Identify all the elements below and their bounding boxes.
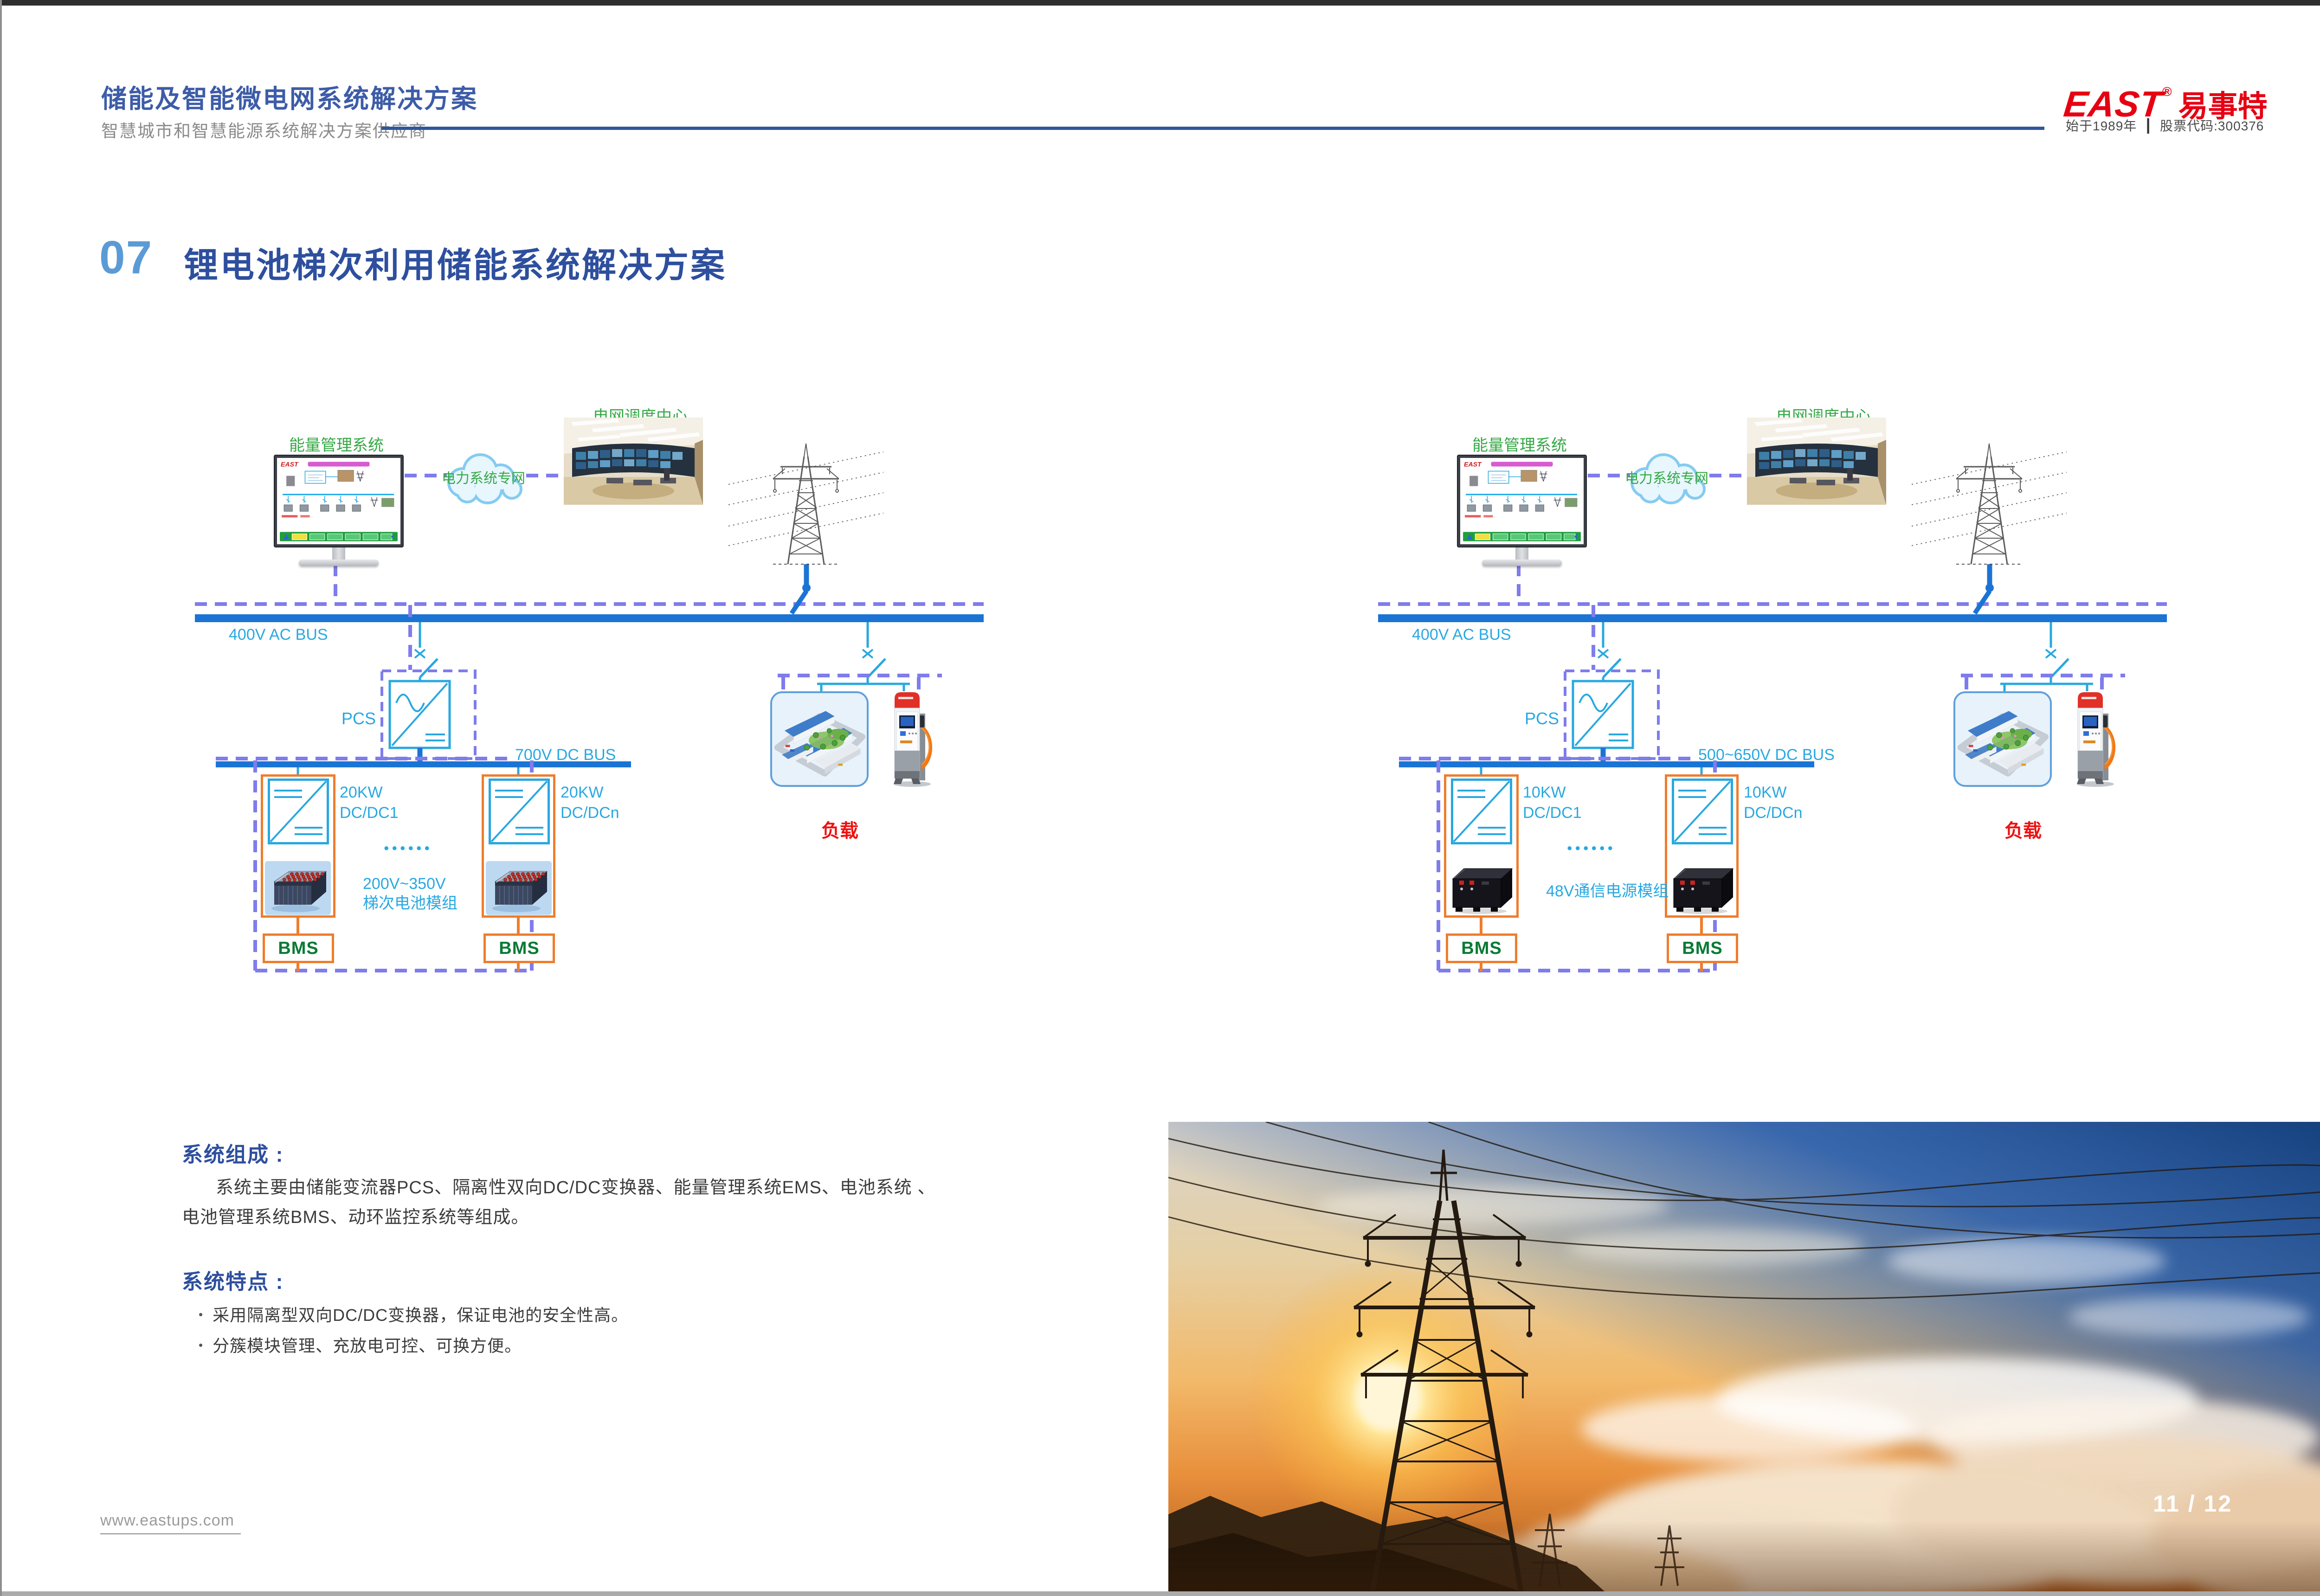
power-network-label: 电力系统专网 bbox=[439, 467, 528, 487]
battery-pack-n-image bbox=[486, 861, 552, 915]
battery-spec-line1: 200V~350V bbox=[363, 874, 458, 894]
battery-spec-line1: 48V通信电源模组 bbox=[1546, 882, 1669, 901]
converter-n-label: 10KW DC/DCn bbox=[1744, 782, 1803, 823]
page-edge-left bbox=[0, 0, 2, 1596]
brochure-page: 储能及智能微电网系统解决方案 智慧城市和智慧能源系统解决方案供应商 EAST®易… bbox=[0, 0, 2320, 1596]
stock-info: 始于1989年 ┃ 股票代码:300376 bbox=[2066, 116, 2264, 135]
battery-spec-label: 200V~350V 梯次电池模组 bbox=[363, 874, 458, 913]
converter-1-label: 10KW DC/DC1 bbox=[1523, 782, 1582, 823]
sunset-photo bbox=[1168, 1122, 2320, 1591]
battery-spec-label: 48V通信电源模组 bbox=[1546, 882, 1669, 901]
stock-code: 股票代码:300376 bbox=[2160, 119, 2264, 133]
website-link[interactable]: www.eastups.com bbox=[100, 1512, 241, 1534]
power-module-1-image bbox=[1448, 861, 1514, 915]
transmission-tower-art bbox=[1912, 440, 2067, 567]
ev-charger-image bbox=[2074, 689, 2118, 788]
pcs-label: PCS bbox=[1517, 709, 1559, 728]
converter-n-power: 20KW bbox=[561, 782, 619, 803]
control-room-photo bbox=[1747, 418, 1886, 505]
control-room-photo bbox=[564, 418, 703, 505]
dcdc-converter-n-icon bbox=[1672, 779, 1733, 844]
dcdc-converter-1-icon bbox=[1451, 779, 1512, 844]
bullet-icon: • bbox=[199, 1338, 203, 1352]
dc-bus-label: 700V DC BUS bbox=[515, 746, 616, 764]
features-heading: 系统特点 : bbox=[182, 1265, 284, 1295]
converter-n-name: DC/DCn bbox=[1744, 803, 1803, 823]
monitor-base bbox=[1482, 560, 1562, 566]
system-diagram-right: 能量管理系统 EAST 电力系统专网 电网调度中心 400V AC BUS PC… bbox=[1378, 399, 2167, 1016]
converter-1-name: DC/DC1 bbox=[340, 803, 399, 823]
ems-screen: EAST bbox=[277, 458, 400, 544]
page-indicator: 11 / 12 bbox=[2153, 1490, 2232, 1517]
load-label: 负载 bbox=[1986, 816, 2060, 843]
doc-subtitle: 智慧城市和智慧能源系统解决方案供应商 bbox=[101, 117, 427, 142]
section-number: 07 bbox=[99, 231, 153, 284]
ems-monitor: EAST bbox=[274, 455, 404, 547]
system-diagram-left: 能量管理系统 EAST 电力系统专网 电网调度中心 400V AC BUS PC… bbox=[195, 399, 984, 1016]
converter-n-power: 10KW bbox=[1744, 782, 1803, 803]
page-title: 储能及智能微电网系统解决方案 bbox=[101, 78, 478, 115]
dcdc-converter-1-icon bbox=[268, 779, 329, 844]
transmission-tower-art bbox=[728, 440, 883, 567]
campus-building-image bbox=[770, 691, 869, 787]
ev-charger-image bbox=[891, 689, 934, 788]
battery-pack-1-image bbox=[265, 861, 331, 915]
ems-screen-brand: EAST bbox=[281, 460, 299, 468]
bms-box-n: BMS bbox=[1667, 933, 1738, 963]
campus-building-image bbox=[1953, 691, 2052, 787]
header-rule bbox=[381, 127, 2044, 130]
feature-1-text: 采用隔离型双向DC/DC变换器，保证电池的安全性高。 bbox=[213, 1306, 628, 1325]
converter-1-label: 20KW DC/DC1 bbox=[340, 782, 399, 823]
feature-2-text: 分簇模块管理、充放电可控、可换方便。 bbox=[213, 1336, 522, 1355]
page-edge-top bbox=[0, 0, 2320, 6]
dc-bus-label: 500~650V DC BUS bbox=[1698, 746, 1835, 764]
converter-n-name: DC/DCn bbox=[561, 803, 619, 823]
ac-bus-label: 400V AC BUS bbox=[229, 626, 328, 644]
monitor-base bbox=[299, 560, 379, 566]
converter-1-power: 20KW bbox=[340, 782, 399, 803]
converter-1-power: 10KW bbox=[1523, 782, 1582, 803]
battery-spec-line2: 梯次电池模组 bbox=[363, 894, 458, 913]
load-label: 负载 bbox=[803, 816, 877, 843]
founded-year: 始于1989年 bbox=[2066, 119, 2137, 133]
pcs-label: PCS bbox=[334, 709, 376, 728]
ems-screen-brand: EAST bbox=[1464, 460, 1482, 468]
converter-n-label: 20KW DC/DCn bbox=[561, 782, 619, 823]
dcdc-converter-n-icon bbox=[489, 779, 550, 844]
ellipsis: •••••• bbox=[378, 841, 438, 856]
composition-line2: 电池管理系统BMS、动环监控系统等组成。 bbox=[182, 1203, 529, 1228]
monitor-stand bbox=[332, 547, 345, 560]
converter-1-name: DC/DC1 bbox=[1523, 803, 1582, 823]
feature-item-2: • 分簇模块管理、充放电可控、可换方便。 bbox=[199, 1332, 522, 1357]
ems-screen: EAST bbox=[1460, 458, 1584, 544]
feature-item-1: • 采用隔离型双向DC/DC变换器，保证电池的安全性高。 bbox=[199, 1302, 628, 1326]
tagline-separator: ┃ bbox=[2144, 119, 2152, 133]
power-module-n-image bbox=[1669, 861, 1735, 915]
section-title: 锂电池梯次利用储能系统解决方案 bbox=[184, 238, 727, 287]
bms-box-1: BMS bbox=[1446, 933, 1517, 963]
page-edge-bottom bbox=[0, 1591, 2320, 1596]
bms-box-1: BMS bbox=[263, 933, 334, 963]
ems-label: 能量管理系统 bbox=[264, 432, 408, 455]
monitor-stand bbox=[1515, 547, 1528, 560]
ellipsis: •••••• bbox=[1561, 841, 1622, 856]
bullet-icon: • bbox=[199, 1307, 203, 1321]
ems-monitor: EAST bbox=[1457, 455, 1587, 547]
composition-line1: 系统主要由储能变流器PCS、隔离性双向DC/DC变换器、能量管理系统EMS、电池… bbox=[216, 1173, 935, 1198]
ac-bus-label: 400V AC BUS bbox=[1412, 626, 1511, 644]
power-network-label: 电力系统专网 bbox=[1623, 467, 1711, 487]
bms-box-n: BMS bbox=[483, 933, 555, 963]
composition-heading: 系统组成 : bbox=[182, 1138, 284, 1168]
ems-label: 能量管理系统 bbox=[1448, 432, 1592, 455]
